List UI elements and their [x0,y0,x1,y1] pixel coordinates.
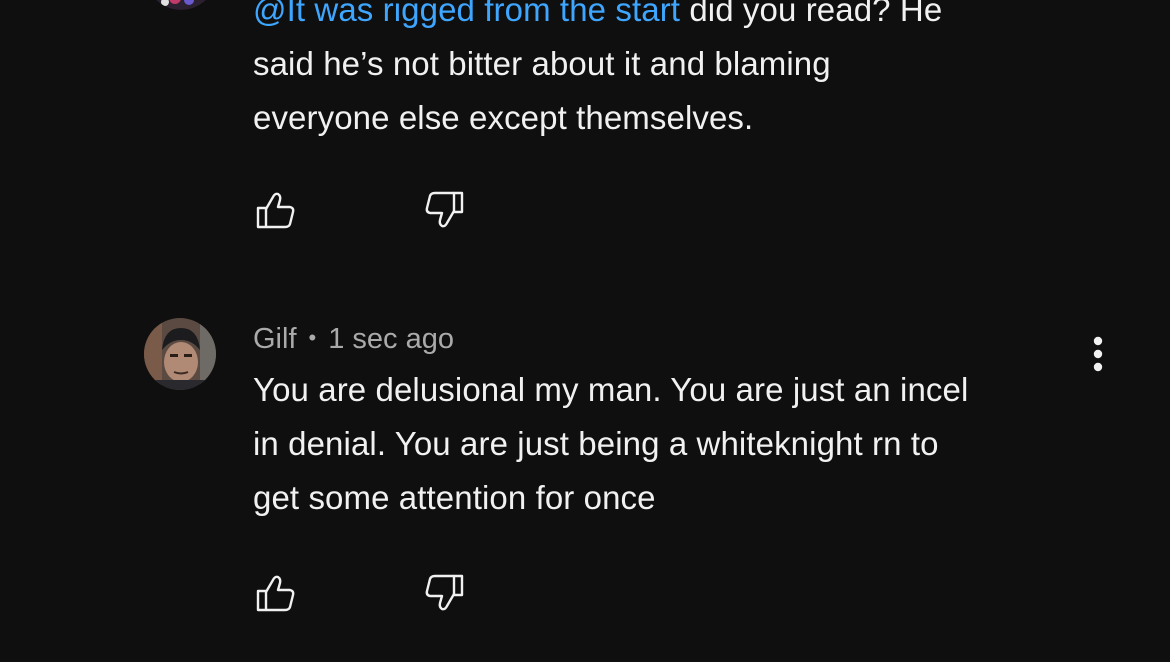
more-options-button[interactable] [1080,329,1116,379]
comment-text: @It was rigged from the start did you re… [253,0,1083,145]
thumbs-up-icon [256,192,295,229]
dislike-button[interactable] [422,571,466,615]
thumbs-down-icon [425,574,464,611]
comment-text-segment: did you read? He [680,0,943,28]
mention-link[interactable]: @It was rigged from the start [253,0,680,28]
comment-header: Gilf • 1 sec ago [253,320,454,357]
comments-page: @It was rigged from the start did you re… [0,0,1170,662]
comment-text: You are delusional my man. You are just … [253,363,1083,525]
comment-line: in denial. You are just being a whitekni… [253,425,939,462]
avatar[interactable] [144,318,216,390]
like-button[interactable] [254,188,298,232]
author-name[interactable]: Gilf [253,323,297,355]
comment-line: @It was rigged from the start did you re… [253,0,1083,37]
comment-line: get some attention for once [253,479,656,516]
thumbs-down-icon [425,191,464,228]
timestamp: 1 sec ago [328,323,454,355]
more-vertical-icon [1093,336,1103,372]
avatar[interactable] [145,0,217,10]
like-button[interactable] [254,571,298,615]
separator-dot: • [308,325,317,350]
comment-line: You are delusional my man. You are just … [253,371,969,408]
thumbs-up-icon [256,575,295,612]
comment-line: said he’s not bitter about it and blamin… [253,45,831,82]
dislike-button[interactable] [422,188,466,232]
comment-line: everyone else except themselves. [253,99,754,136]
